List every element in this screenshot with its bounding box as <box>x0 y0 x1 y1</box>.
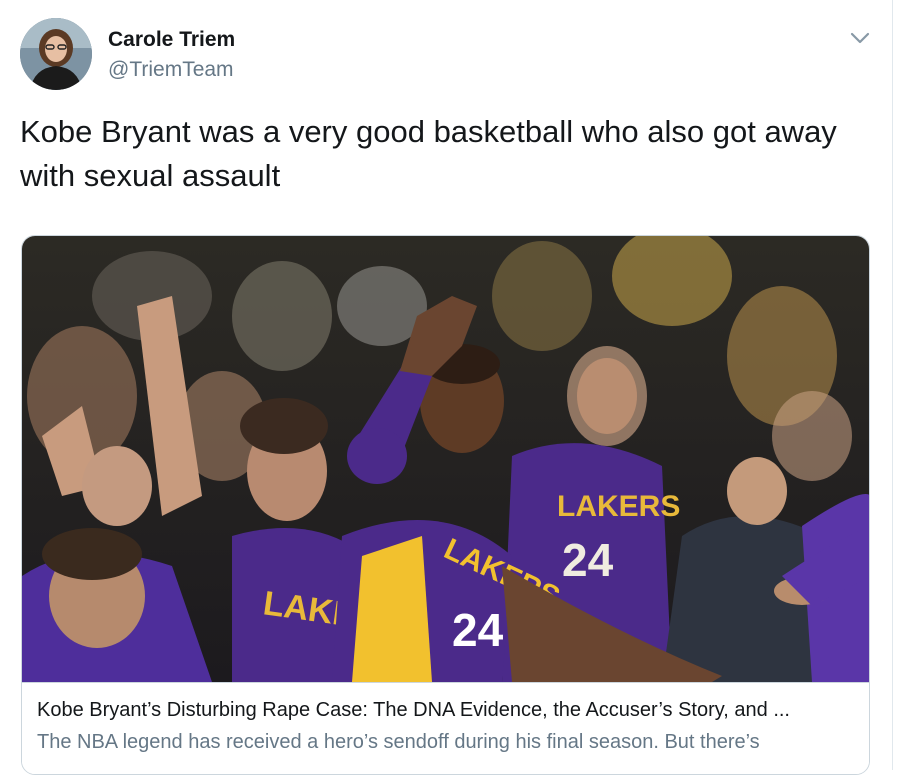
avatar-image <box>20 18 92 90</box>
card-description: The NBA legend has received a hero’s sen… <box>37 731 760 753</box>
avatar[interactable] <box>20 18 92 90</box>
crowd-jersey-lettering: LAKERS <box>557 490 680 523</box>
display-name[interactable]: Carole Triem <box>108 28 235 52</box>
card-body[interactable]: Kobe Bryant’s Disturbing Rape Case: The … <box>22 682 869 774</box>
card-image[interactable]: LAKERS 24 LAKE LAKERS 24 <box>22 236 870 682</box>
tweet-text: Kobe Bryant was a very good basketball w… <box>20 114 837 193</box>
handle[interactable]: @TriemTeam <box>108 58 234 82</box>
chevron-down-icon[interactable] <box>848 28 872 48</box>
crowd-jersey-number: 24 <box>562 534 614 586</box>
tweet-container[interactable]: Carole Triem @TriemTeam Kobe Bryant was … <box>0 0 893 775</box>
card-title[interactable]: Kobe Bryant’s Disturbing Rape Case: The … <box>37 699 790 722</box>
jersey-number: 24 <box>452 604 504 656</box>
link-card[interactable]: LAKERS 24 LAKE LAKERS 24 Kobe Bryant’s D… <box>21 235 870 775</box>
